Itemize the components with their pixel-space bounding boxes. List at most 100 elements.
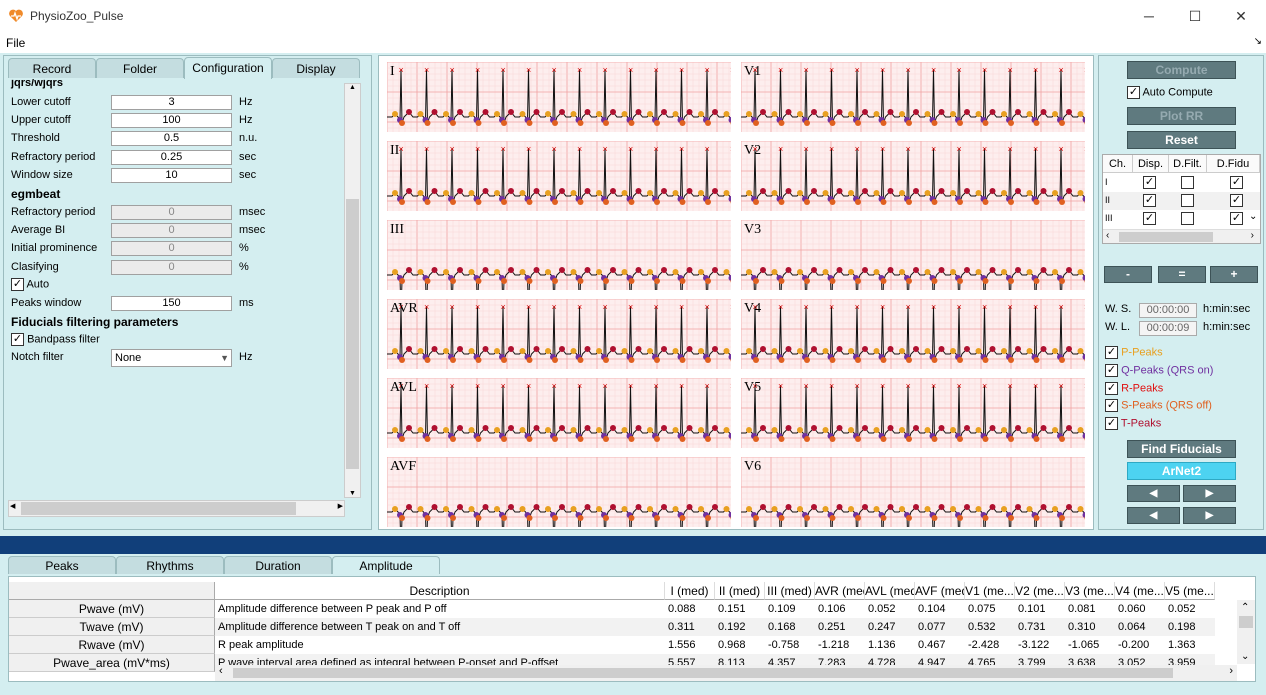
- lower-cutoff-input[interactable]: 3: [111, 95, 232, 110]
- dfilt-checkbox[interactable]: [1181, 212, 1194, 225]
- row-header[interactable]: Twave (mV): [9, 618, 215, 636]
- chevron-down-icon[interactable]: ⌄: [1249, 211, 1257, 222]
- lead-plot-v6[interactable]: ××××××××××××××V6: [741, 457, 1085, 527]
- s-peaks-row[interactable]: S-Peaks (QRS off): [1105, 399, 1212, 412]
- lead-plot-avf[interactable]: ××××××××××××××AVF: [387, 457, 731, 527]
- peaks-window-input[interactable]: 150: [111, 296, 232, 311]
- prev-page-button[interactable]: ◀: [1127, 485, 1180, 502]
- tab-display[interactable]: Display: [272, 58, 360, 78]
- r-peaks-row[interactable]: R-Peaks: [1105, 382, 1163, 395]
- auto-checkbox-row[interactable]: Auto: [11, 278, 49, 291]
- tab-rhythms[interactable]: Rhythms: [116, 556, 224, 574]
- tab-amplitude[interactable]: Amplitude: [332, 556, 440, 574]
- tab-record[interactable]: Record: [8, 58, 96, 78]
- scroll-thumb[interactable]: [346, 199, 359, 469]
- s-peaks-checkbox[interactable]: [1105, 399, 1118, 412]
- p-peaks-row[interactable]: P-Peaks: [1105, 346, 1163, 359]
- window-size-input[interactable]: 10: [111, 168, 232, 183]
- window-length-input[interactable]: 00:00:09: [1139, 321, 1197, 336]
- auto-compute-row[interactable]: Auto Compute: [1127, 86, 1213, 99]
- column-header[interactable]: V4 (me...: [1115, 582, 1165, 600]
- chevron-left-icon[interactable]: ‹: [1106, 230, 1109, 241]
- scroll-down-icon[interactable]: ▼: [345, 490, 360, 497]
- zoom-plus-button[interactable]: +: [1210, 266, 1258, 283]
- compute-button[interactable]: Compute: [1127, 61, 1236, 79]
- column-header[interactable]: AVF (med): [915, 582, 965, 600]
- t-peaks-checkbox[interactable]: [1105, 417, 1118, 430]
- tab-duration[interactable]: Duration: [224, 556, 332, 574]
- ecg-leads-panel[interactable]: ××××××××××××××I ××××××××××××××II ×××××××…: [378, 55, 1094, 530]
- bandpass-checkbox-row[interactable]: Bandpass filter: [11, 333, 100, 346]
- notch-filter-select[interactable]: None ▼: [111, 349, 232, 367]
- left-vertical-scrollbar[interactable]: ▲ ▼: [344, 83, 361, 498]
- lead-plot-v2[interactable]: ××××××××××××××V2: [741, 141, 1085, 211]
- disp-checkbox[interactable]: [1143, 194, 1156, 207]
- chevron-left-icon[interactable]: ‹: [219, 665, 223, 677]
- q-peaks-row[interactable]: Q-Peaks (QRS on): [1105, 364, 1213, 377]
- window-start-input[interactable]: 00:00:00: [1139, 303, 1197, 318]
- find-fiducials-button[interactable]: Find Fiducials: [1127, 440, 1236, 458]
- chevron-right-icon[interactable]: ›: [1229, 665, 1233, 677]
- column-header[interactable]: V1 (me...: [965, 582, 1015, 600]
- lead-plot-avl[interactable]: ××××××××××××××AVL: [387, 378, 731, 448]
- lead-plot-v4[interactable]: ××××××××××××××V4: [741, 299, 1085, 369]
- scroll-right-icon[interactable]: ▶: [338, 502, 343, 510]
- row-header[interactable]: Pwave_area (mV*ms): [9, 654, 215, 672]
- lead-plot-avr[interactable]: ××××××××××××××AVR: [387, 299, 731, 369]
- undock-arrow-icon[interactable]: ↘: [1254, 36, 1262, 47]
- next-page-button[interactable]: ▶: [1183, 485, 1236, 502]
- plot-rr-button[interactable]: Plot RR: [1127, 107, 1236, 125]
- column-header[interactable]: V2 (me...: [1015, 582, 1065, 600]
- r-peaks-checkbox[interactable]: [1105, 382, 1118, 395]
- bandpass-checkbox[interactable]: [11, 333, 24, 346]
- prev-window-button[interactable]: ◀: [1127, 507, 1180, 524]
- threshold-input[interactable]: 0.5: [111, 131, 232, 146]
- lead-plot-v5[interactable]: ××××××××××××××V5: [741, 378, 1085, 448]
- upper-cutoff-input[interactable]: 100: [111, 113, 232, 128]
- chevron-up-icon[interactable]: ⌃: [1241, 602, 1249, 613]
- scroll-thumb[interactable]: [233, 668, 1173, 678]
- column-header[interactable]: AVL (med): [865, 582, 915, 600]
- dfilt-checkbox[interactable]: [1181, 194, 1194, 207]
- lead-plot-v1[interactable]: ××××××××××××××V1: [741, 62, 1085, 132]
- description-header[interactable]: Description: [215, 582, 665, 600]
- dfidu-checkbox[interactable]: [1230, 212, 1243, 225]
- p-peaks-checkbox[interactable]: [1105, 346, 1118, 359]
- scroll-left-icon[interactable]: ◀: [10, 502, 15, 510]
- lead-plot-iii[interactable]: ××××××××××××××III: [387, 220, 731, 290]
- scroll-thumb[interactable]: [21, 502, 296, 515]
- column-header[interactable]: II (med): [715, 582, 765, 600]
- zoom-reset-button[interactable]: =: [1158, 266, 1206, 283]
- lead-plot-i[interactable]: × × × × × × × × × × × × × × I: [387, 62, 731, 132]
- table-horizontal-scrollbar[interactable]: ‹ ›: [215, 665, 1237, 681]
- t-peaks-row[interactable]: T-Peaks: [1105, 417, 1161, 430]
- scroll-up-icon[interactable]: ▲: [345, 84, 360, 91]
- arnet2-button[interactable]: ArNet2: [1127, 462, 1236, 480]
- disp-checkbox[interactable]: [1143, 212, 1156, 225]
- chevron-down-icon[interactable]: ⌄: [1241, 651, 1249, 662]
- auto-compute-checkbox[interactable]: [1127, 86, 1140, 99]
- scroll-thumb[interactable]: [1239, 616, 1253, 628]
- dfidu-checkbox[interactable]: [1230, 194, 1243, 207]
- disp-checkbox[interactable]: [1143, 176, 1156, 189]
- scroll-thumb[interactable]: [1119, 232, 1213, 242]
- dfidu-checkbox[interactable]: [1230, 176, 1243, 189]
- channels-table[interactable]: Ch. Disp. D.Filt. D.Fidu I II III ⌄ ‹ ›: [1102, 154, 1261, 244]
- left-horizontal-scrollbar[interactable]: ◀ ▶: [8, 500, 345, 517]
- table-horizontal-scrollbar[interactable]: ‹ ›: [1103, 229, 1260, 243]
- dfilt-checkbox[interactable]: [1181, 176, 1194, 189]
- chevron-right-icon[interactable]: ›: [1251, 230, 1254, 241]
- lead-plot-v3[interactable]: ××××××××××××××V3: [741, 220, 1085, 290]
- column-header[interactable]: AVR (med): [815, 582, 865, 600]
- column-header[interactable]: V5 (me...: [1165, 582, 1215, 600]
- maximize-button[interactable]: ☐: [1172, 0, 1218, 33]
- tab-peaks[interactable]: Peaks: [8, 556, 116, 574]
- auto-checkbox[interactable]: [11, 278, 24, 291]
- tab-folder[interactable]: Folder: [96, 58, 184, 78]
- zoom-minus-button[interactable]: -: [1104, 266, 1152, 283]
- next-window-button[interactable]: ▶: [1183, 507, 1236, 524]
- q-peaks-checkbox[interactable]: [1105, 364, 1118, 377]
- panel-divider[interactable]: [0, 536, 1266, 554]
- row-header[interactable]: Rwave (mV): [9, 636, 215, 654]
- close-button[interactable]: ✕: [1218, 0, 1264, 33]
